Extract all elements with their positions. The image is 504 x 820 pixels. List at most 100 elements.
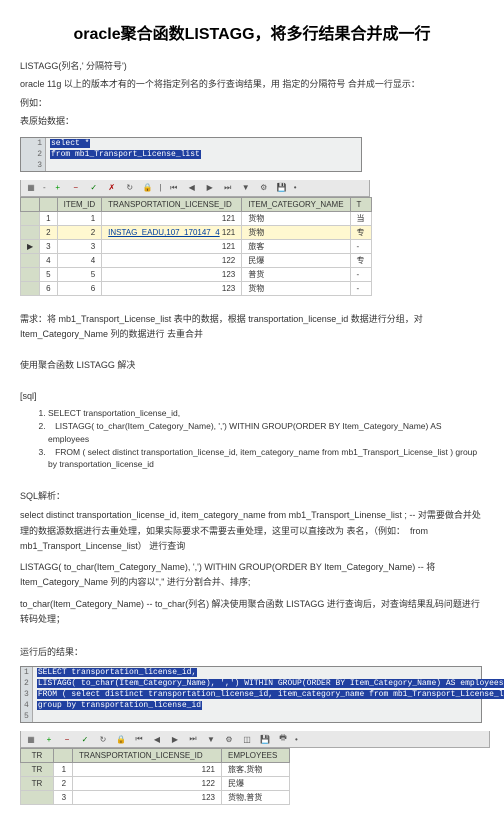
table-row[interactable]: 2 2 INSTAG_EADU,107_170147_4 121 货物 专 bbox=[21, 225, 372, 239]
grid-icon[interactable]: ▦ bbox=[25, 182, 37, 194]
col-category-name: ITEM_CATEGORY_NAME bbox=[242, 197, 350, 211]
cell: 5 bbox=[57, 267, 102, 281]
nav-next-icon[interactable]: ▶ bbox=[169, 733, 181, 745]
cell: 2 bbox=[57, 225, 102, 239]
cell: 1 bbox=[57, 211, 102, 225]
col-license-id: TRANSPORTATION_LICENSE_ID bbox=[102, 197, 242, 211]
cell: 122 bbox=[73, 777, 222, 791]
code-line: group by transportation_license_id bbox=[32, 700, 504, 711]
refresh-icon[interactable]: ↻ bbox=[97, 733, 109, 745]
cell: 121 bbox=[222, 228, 235, 237]
intro-line-2: 例如： bbox=[20, 96, 484, 110]
grid-toolbar: ▦ - + − ✓ ✗ ↻ 🔒 | ⏮ ◀ ▶ ⏭ ▼ ⚙ 💾 • bbox=[20, 180, 370, 197]
sql-code-list: SELECT transportation_license_id, LISTAG… bbox=[20, 407, 484, 471]
sql-editor-source: 1 select * 2 from mb1_Transport_License_… bbox=[20, 137, 362, 172]
cell: 121 bbox=[102, 211, 242, 225]
cell: 3 bbox=[54, 791, 73, 805]
refresh-icon[interactable]: ↻ bbox=[124, 182, 136, 194]
plus-icon[interactable]: + bbox=[43, 733, 55, 745]
lock-icon[interactable]: 🔒 bbox=[142, 182, 154, 194]
gutter: 1 bbox=[21, 138, 46, 149]
filter-icon[interactable]: ▼ bbox=[240, 182, 252, 194]
wrench-icon[interactable]: ⚙ bbox=[223, 733, 235, 745]
col-cutoff: T bbox=[350, 197, 371, 211]
nav-prev-icon[interactable]: ◀ bbox=[151, 733, 163, 745]
table-header-row: TR TRANSPORTATION_LICENSE_ID EMPLOYEES bbox=[21, 749, 290, 763]
table-row[interactable]: ▶ 3 3 121 旅客 - bbox=[21, 239, 372, 253]
requirement-1: 需求：将 mb1_Transport_License_list 表中的数据，根据… bbox=[20, 312, 484, 343]
gutter: 4 bbox=[21, 700, 32, 711]
lock-icon[interactable]: 🔒 bbox=[115, 733, 127, 745]
cell-link[interactable]: INSTAG_EADU,107_170147_4 bbox=[108, 228, 219, 237]
sep: | bbox=[160, 183, 162, 192]
nav-first-icon[interactable]: ⏮ bbox=[133, 733, 145, 745]
grid-icon[interactable]: ▦ bbox=[25, 733, 37, 745]
table-row[interactable]: TR 2 122 民爆 bbox=[21, 777, 290, 791]
plus-icon[interactable]: + bbox=[52, 182, 64, 194]
cell: 2 bbox=[54, 777, 73, 791]
cell: 123 bbox=[102, 267, 242, 281]
filter-icon[interactable]: ▼ bbox=[205, 733, 217, 745]
explain-para-1: select distinct transportation_license_i… bbox=[20, 508, 484, 554]
col-rowmark bbox=[21, 197, 40, 211]
col-license-id: TRANSPORTATION_LICENSE_ID bbox=[73, 749, 222, 763]
table-row[interactable]: 4 4 122 民爆 专 bbox=[21, 253, 372, 267]
table-row[interactable]: TR 1 121 旅客,货物 bbox=[21, 763, 290, 777]
table-row[interactable]: 6 6 123 货物 - bbox=[21, 281, 372, 295]
printer-icon[interactable]: 🖶 bbox=[277, 733, 289, 745]
gutter: 2 bbox=[21, 678, 32, 689]
col-employees: EMPLOYEES bbox=[221, 749, 289, 763]
table-header-row: ITEM_ID TRANSPORTATION_LICENSE_ID ITEM_C… bbox=[21, 197, 372, 211]
gutter: 1 bbox=[21, 667, 32, 678]
book-icon[interactable]: ◫ bbox=[241, 733, 253, 745]
cell: 专 bbox=[350, 253, 371, 267]
table-row[interactable]: 3 123 货物,普货 bbox=[21, 791, 290, 805]
sql-editor-result: 1 SELECT transportation_license_id, 2 LI… bbox=[20, 666, 482, 723]
code-line: select * bbox=[46, 138, 362, 149]
intro-line-3: 表原始数据： bbox=[20, 114, 484, 128]
table-row[interactable]: 1 1 121 货物 当 bbox=[21, 211, 372, 225]
check-icon[interactable]: ✓ bbox=[88, 182, 100, 194]
nav-next-icon[interactable]: ▶ bbox=[204, 182, 216, 194]
cell: 4 bbox=[40, 253, 57, 267]
code-line: SELECT transportation_license_id, bbox=[32, 667, 504, 678]
cell: 122 bbox=[102, 253, 242, 267]
cell: 4 bbox=[57, 253, 102, 267]
cell: 121 bbox=[102, 239, 242, 253]
cell: 6 bbox=[57, 281, 102, 295]
dot: • bbox=[295, 735, 298, 744]
tool-a-icon[interactable]: ⚙ bbox=[258, 182, 270, 194]
cell: - bbox=[350, 281, 371, 295]
cell: 123 bbox=[102, 281, 242, 295]
minus-icon[interactable]: − bbox=[70, 182, 82, 194]
cell: 3 bbox=[40, 239, 57, 253]
cell: 货物 bbox=[242, 211, 350, 225]
gutter: 2 bbox=[21, 149, 46, 160]
syntax-line: LISTAGG(列名,' 分隔符号') bbox=[20, 59, 484, 73]
cell: 专 bbox=[350, 225, 371, 239]
col-rowmark: TR bbox=[21, 749, 54, 763]
check-icon[interactable]: ✓ bbox=[79, 733, 91, 745]
nav-last-icon[interactable]: ⏭ bbox=[222, 182, 234, 194]
save-icon[interactable]: 💾 bbox=[259, 733, 271, 745]
nav-last-icon[interactable]: ⏭ bbox=[187, 733, 199, 745]
page-title: oracle聚合函数LISTAGG，将多行结果合并成一行 bbox=[20, 20, 484, 44]
grid-toolbar: ▦ + − ✓ ↻ 🔒 ⏮ ◀ ▶ ⏭ ▼ ⚙ ◫ 💾 🖶 • bbox=[20, 731, 490, 748]
minus-icon[interactable]: − bbox=[61, 733, 73, 745]
save-icon[interactable]: 💾 bbox=[276, 182, 288, 194]
explain-para-3: to_char(Item_Category_Name) -- to_char(列… bbox=[20, 597, 484, 628]
nav-prev-icon[interactable]: ◀ bbox=[186, 182, 198, 194]
cross-icon[interactable]: ✗ bbox=[106, 182, 118, 194]
nav-first-icon[interactable]: ⏮ bbox=[168, 182, 180, 194]
table-row[interactable]: 5 5 123 普货 - bbox=[21, 267, 372, 281]
result-label: 运行后的结果： bbox=[20, 645, 484, 658]
intro-line-1: oracle 11g 以上的版本才有的一个将指定列名的多行查询结果，用 指定的分… bbox=[20, 77, 484, 91]
requirement-2: 使用聚合函数 LISTAGG 解决 bbox=[20, 358, 484, 373]
cell: 货物 bbox=[242, 281, 350, 295]
source-data-grid: ITEM_ID TRANSPORTATION_LICENSE_ID ITEM_C… bbox=[20, 197, 372, 296]
sep: - bbox=[43, 183, 46, 192]
code-line: LISTAGG( to_char(Item_Category_Name), ',… bbox=[32, 678, 504, 689]
cell: 123 bbox=[73, 791, 222, 805]
cell: 民爆 bbox=[242, 253, 350, 267]
cell: 1 bbox=[54, 763, 73, 777]
